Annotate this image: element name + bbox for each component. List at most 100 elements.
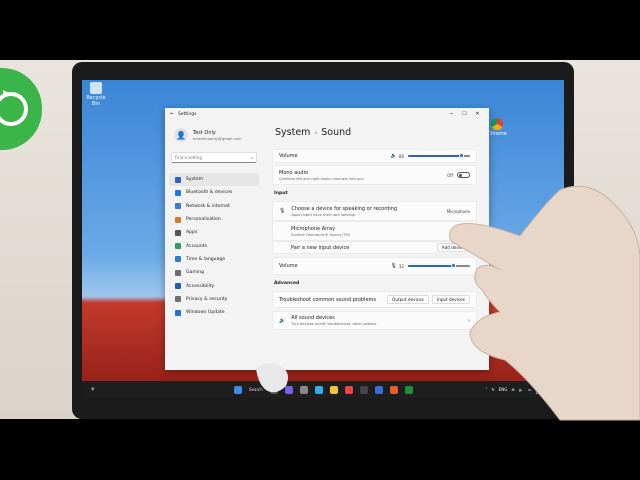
selected-input-device[interactable]: Microphone (447, 209, 470, 214)
troubleshoot-label: Troubleshoot common sound problems (279, 296, 376, 303)
troubleshoot-row: Troubleshoot common sound problems Outpu… (272, 291, 477, 308)
microphone-level-icon[interactable]: 🎙 (391, 263, 397, 269)
input-device-description: Surface Omnisonic® Sound (TM) (291, 232, 351, 237)
sidebar-item-label: Accessibility (186, 283, 215, 289)
taskbar-search-button[interactable]: Search (249, 387, 263, 392)
title-bar: ← Settings ─ ☐ ✕ (165, 108, 489, 120)
office-icon[interactable] (344, 385, 353, 394)
input-devices-button[interactable]: Input devices (431, 295, 470, 304)
recycle-bin-shortcut[interactable]: Recycle Bin (83, 82, 109, 107)
sidebar-item-label: Time & language (186, 256, 226, 262)
back-arrow-icon[interactable]: ← (170, 111, 178, 117)
pen-icon[interactable]: ✎ (491, 387, 494, 392)
speaker-icon[interactable]: 🔈 (391, 153, 397, 159)
sidebar-item[interactable]: Gaming (169, 266, 259, 279)
breadcrumb: System › Sound (275, 127, 477, 138)
mono-audio-state: Off (447, 172, 453, 178)
teams-chat-icon[interactable] (284, 385, 293, 394)
excel-icon[interactable] (404, 385, 413, 394)
sound-page: System › Sound Volume 🔈 86 Mono audio Co… (267, 120, 489, 370)
chevron-right-icon: › (468, 317, 470, 324)
apps-icon (175, 229, 181, 236)
search-icon: ⌕ (250, 155, 253, 160)
choose-input-device-row[interactable]: 🎙 Choose a device for speaking or record… (272, 201, 477, 221)
chevron-up-icon[interactable]: ˄ (485, 387, 487, 392)
search-input[interactable]: Find a setting ⌕ (171, 152, 257, 163)
sidebar-item-label: Windows Update (186, 310, 225, 316)
mono-audio-description: Combine left and right audio channels in… (279, 176, 364, 181)
add-device-button[interactable]: Add device (436, 243, 470, 252)
edge-icon[interactable] (314, 385, 323, 394)
file-explorer-icon[interactable] (329, 385, 338, 394)
app-icon[interactable] (389, 385, 398, 394)
letterbox-bottom (0, 419, 640, 480)
sidebar-item-label: Accounts (186, 243, 207, 249)
system-tray: ˄ ✎ ENG ≋ 🔈 ▭ 09:53 21/6/2022 (485, 381, 556, 398)
sidebar-item[interactable]: Accessibility (169, 279, 259, 292)
volume-icon[interactable]: 🔈 (519, 387, 524, 392)
input-volume-row: Volume 🎙 32 (272, 257, 477, 275)
mono-audio-toggle[interactable] (457, 172, 470, 178)
sidebar-item-label: Personalisation (186, 217, 221, 223)
start-button-icon[interactable] (234, 385, 242, 394)
recycle-bin-label: Recycle Bin (86, 95, 106, 107)
sidebar-item[interactable]: Bluetooth & devices (169, 186, 259, 199)
accounts-icon (175, 243, 181, 250)
sidebar-item[interactable]: Accounts (169, 239, 259, 252)
store-icon[interactable] (359, 385, 368, 394)
page-title: Sound (321, 127, 352, 138)
sidebar-item[interactable]: System (169, 173, 259, 187)
user-email: hrtechnoonly@gmail.com (193, 135, 242, 141)
close-button[interactable]: ✕ (471, 111, 484, 117)
battery-icon[interactable]: ▭ (528, 387, 532, 392)
sidebar-item[interactable]: Time & language (169, 253, 259, 266)
pair-input-label: Pair a new input device (291, 244, 350, 251)
sidebar-item-label: Apps (186, 230, 198, 236)
avatar-icon: 👤 (174, 128, 188, 142)
weather-icon[interactable]: ☀ (90, 386, 95, 393)
choose-input-description: Apps might have their own settings (291, 212, 356, 217)
sidebar-item[interactable]: Personalisation (169, 213, 259, 226)
settings-app-icon[interactable] (374, 385, 383, 394)
sidebar-item[interactable]: Windows Update (169, 306, 259, 319)
wifi-icon[interactable]: ≋ (511, 387, 514, 392)
window-title: Settings (178, 111, 197, 117)
sidebar-item-label: Privacy & security (186, 296, 228, 302)
output-volume-slider[interactable] (408, 153, 470, 158)
taskbar: ☀ Search ˄ ✎ ENG ≋ 🔈 ▭ 09:53 21/6/2022 (82, 381, 564, 398)
advanced-section-heading: Advanced (274, 281, 300, 286)
sidebar-item[interactable]: Privacy & security (169, 293, 259, 306)
clock[interactable]: 09:53 21/6/2022 (535, 385, 556, 395)
input-volume-slider[interactable] (408, 263, 470, 268)
search-placeholder: Find a setting (175, 155, 203, 160)
sidebar-item[interactable]: Network & internet (169, 200, 259, 213)
network-icon (175, 203, 181, 210)
bluetooth-icon (175, 189, 181, 196)
output-devices-button[interactable]: Output devices (387, 295, 429, 304)
shield-icon (175, 296, 181, 303)
accessibility-icon (175, 283, 181, 290)
user-account[interactable]: 👤 Test Only hrtechnoonly@gmail.com (174, 128, 259, 142)
task-view-icon[interactable] (269, 385, 278, 394)
widgets-icon[interactable] (299, 385, 308, 394)
mono-audio-row: Mono audio Combine left and right audio … (272, 165, 477, 185)
sidebar-item-label: System (186, 177, 204, 183)
globe-icon (175, 256, 181, 263)
microphone-icon: 🎙 (279, 208, 286, 214)
language-indicator[interactable]: ENG (499, 387, 508, 392)
breadcrumb-separator: › (314, 128, 318, 137)
input-device-item[interactable]: Microphone Array Surface Omnisonic® Soun… (272, 221, 477, 241)
breadcrumb-parent[interactable]: System (275, 127, 310, 138)
output-volume-label: Volume (279, 153, 298, 159)
maximize-button[interactable]: ☐ (458, 111, 471, 117)
gaming-icon (175, 269, 181, 276)
pair-input-device-row: Pair a new input device Add device (272, 241, 477, 254)
minimize-button[interactable]: ─ (445, 111, 458, 117)
sidebar-item[interactable]: Apps (169, 226, 259, 239)
sidebar-nav-list: System Bluetooth & devices Network & inter… (169, 173, 259, 319)
output-volume-row: Volume 🔈 86 (272, 149, 477, 163)
brush-icon (175, 216, 181, 223)
all-sound-devices-description: Turn devices on/off, troubleshoot, other… (291, 322, 377, 326)
all-sound-devices-row[interactable]: 🔊 All sound devices Turn devices on/off,… (272, 311, 477, 330)
recycle-bin-icon (90, 82, 102, 94)
